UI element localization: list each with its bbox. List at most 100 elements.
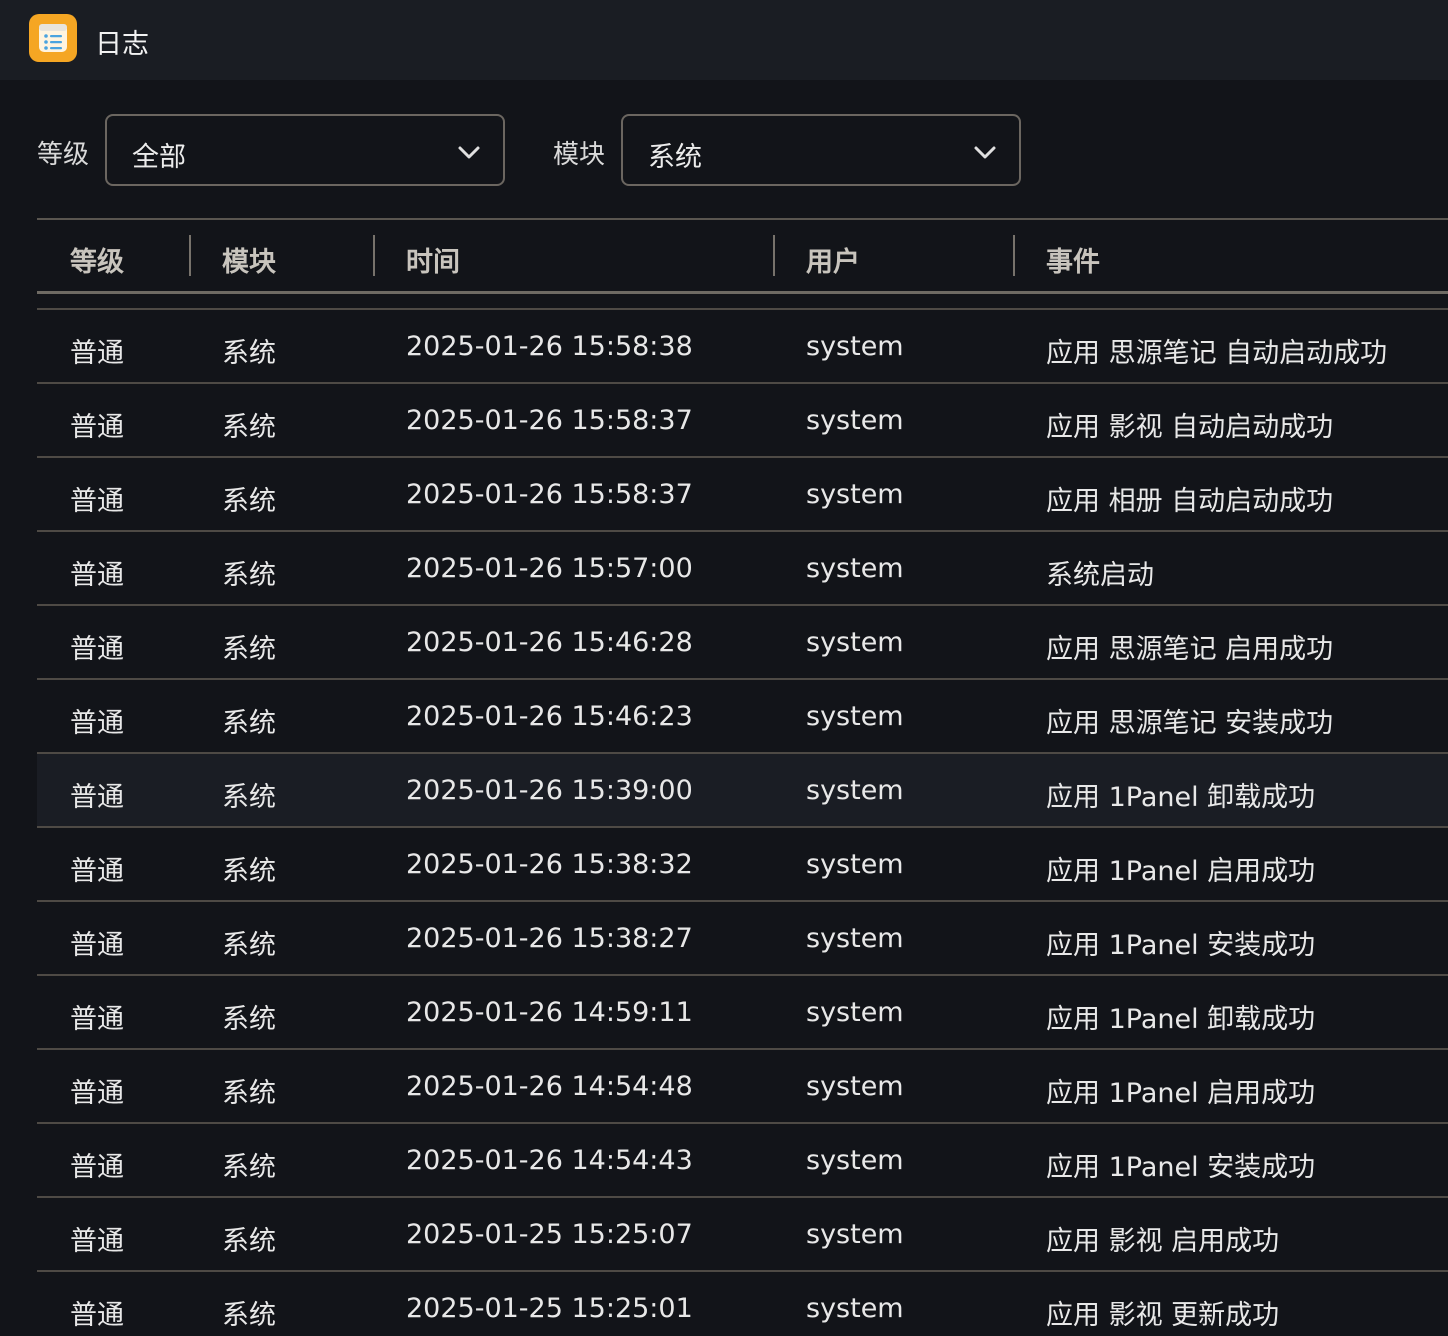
cell-module: 系统 bbox=[222, 560, 276, 591]
cell-event: 应用 1Panel 卸载成功 bbox=[1046, 1004, 1316, 1035]
cell-event: 应用 相册 自动启动成功 bbox=[1046, 486, 1334, 517]
cell-module: 系统 bbox=[222, 1300, 276, 1331]
cell-user: system bbox=[806, 1145, 904, 1176]
column-divider[interactable] bbox=[773, 235, 775, 276]
cell-event: 应用 1Panel 启用成功 bbox=[1046, 856, 1316, 887]
column-divider[interactable] bbox=[373, 235, 375, 276]
title-bar: 日志 bbox=[0, 0, 1448, 80]
cell-module: 系统 bbox=[222, 856, 276, 887]
cell-time: 2025-01-26 14:59:11 bbox=[406, 997, 693, 1028]
cell-user: system bbox=[806, 701, 904, 732]
cell-module: 系统 bbox=[222, 782, 276, 813]
cell-time: 2025-01-25 15:25:07 bbox=[406, 1219, 693, 1250]
table-row[interactable]: 普通 系统 2025-01-26 15:58:37 system 应用 影视 自动启动成… bbox=[37, 384, 1448, 458]
cell-event: 应用 影视 启用成功 bbox=[1046, 1226, 1280, 1257]
cell-level: 普通 bbox=[70, 1300, 124, 1331]
cell-user: system bbox=[806, 775, 904, 806]
cell-time: 2025-01-26 15:58:37 bbox=[406, 405, 693, 436]
cell-time: 2025-01-26 15:39:00 bbox=[406, 775, 693, 806]
table-row[interactable]: 普通 系统 2025-01-26 15:57:00 system 系统启动 bbox=[37, 532, 1448, 606]
cell-user: system bbox=[806, 1219, 904, 1250]
module-select[interactable]: 系统 bbox=[621, 114, 1021, 186]
notes-list-icon bbox=[29, 14, 77, 62]
header-user[interactable]: 用户 bbox=[806, 240, 860, 279]
cell-user: system bbox=[806, 1071, 904, 1102]
cell-module: 系统 bbox=[222, 486, 276, 517]
cell-time: 2025-01-25 15:25:01 bbox=[406, 1293, 693, 1324]
cell-level: 普通 bbox=[70, 708, 124, 739]
table-row[interactable]: 普通 系统 2025-01-26 14:54:43 system 应用 1Panel 安… bbox=[37, 1124, 1448, 1198]
column-divider[interactable] bbox=[189, 235, 191, 276]
cell-user: system bbox=[806, 997, 904, 1028]
cell-user: system bbox=[806, 923, 904, 954]
cell-level: 普通 bbox=[70, 634, 124, 665]
cell-event: 应用 思源笔记 安装成功 bbox=[1046, 708, 1334, 739]
cell-module: 系统 bbox=[222, 338, 276, 369]
cell-event: 应用 影视 自动启动成功 bbox=[1046, 412, 1334, 443]
cell-time: 2025-01-26 15:38:27 bbox=[406, 923, 693, 954]
header-module[interactable]: 模块 bbox=[222, 240, 276, 279]
module-select-value: 系统 bbox=[648, 142, 702, 173]
header-time[interactable]: 时间 bbox=[406, 240, 460, 279]
cell-level: 普通 bbox=[70, 338, 124, 369]
table-row[interactable]: 普通 系统 2025-01-26 14:59:11 system 应用 1Panel 卸… bbox=[37, 976, 1448, 1050]
table-header: 等级 模块 时间 用户 事件 bbox=[37, 220, 1448, 294]
table-row[interactable]: 普通 系统 2025-01-26 15:46:28 system 应用 思源笔记 启用成… bbox=[37, 606, 1448, 680]
table-row[interactable]: 普通 系统 2025-01-26 15:58:37 system 应用 相册 自动启动成… bbox=[37, 458, 1448, 532]
app-title: 日志 bbox=[95, 29, 149, 60]
level-select-value: 全部 bbox=[132, 142, 186, 173]
cell-user: system bbox=[806, 405, 904, 436]
cell-time: 2025-01-26 15:46:23 bbox=[406, 701, 693, 732]
cell-level: 普通 bbox=[70, 1078, 124, 1109]
module-filter-label: 模块 bbox=[553, 140, 606, 170]
cell-user: system bbox=[806, 331, 904, 362]
table-row[interactable]: 普通 系统 2025-01-26 15:38:27 system 应用 1Panel 安… bbox=[37, 902, 1448, 976]
cell-level: 普通 bbox=[70, 856, 124, 887]
table-row[interactable]: 普通 系统 2025-01-26 15:38:32 system 应用 1Panel 启… bbox=[37, 828, 1448, 902]
cell-user: system bbox=[806, 627, 904, 658]
cell-module: 系统 bbox=[222, 1226, 276, 1257]
cell-module: 系统 bbox=[222, 708, 276, 739]
cell-time: 2025-01-26 14:54:43 bbox=[406, 1145, 693, 1176]
cell-module: 系统 bbox=[222, 634, 276, 665]
header-level[interactable]: 等级 bbox=[70, 240, 124, 279]
header-event[interactable]: 事件 bbox=[1046, 240, 1100, 279]
table-row[interactable]: 普通 系统 2025-01-26 15:58:38 system 应用 思源笔记 自动启… bbox=[37, 310, 1448, 384]
cell-time: 2025-01-26 15:57:00 bbox=[406, 553, 693, 584]
cell-level: 普通 bbox=[70, 782, 124, 813]
cell-time: 2025-01-26 14:54:48 bbox=[406, 1071, 693, 1102]
cell-user: system bbox=[806, 849, 904, 880]
cell-time: 2025-01-26 15:58:37 bbox=[406, 479, 693, 510]
cell-event: 系统启动 bbox=[1046, 560, 1154, 591]
cell-level: 普通 bbox=[70, 1004, 124, 1035]
cell-event: 应用 1Panel 安装成功 bbox=[1046, 930, 1316, 961]
cell-level: 普通 bbox=[70, 930, 124, 961]
cell-event: 应用 影视 更新成功 bbox=[1046, 1300, 1280, 1331]
cell-level: 普通 bbox=[70, 486, 124, 517]
table-row[interactable]: 普通 系统 2025-01-25 15:25:07 system 应用 影视 启用成功 bbox=[37, 1198, 1448, 1272]
cell-event: 应用 思源笔记 自动启动成功 bbox=[1046, 338, 1388, 369]
cell-level: 普通 bbox=[70, 1152, 124, 1183]
table-row[interactable]: 普通 系统 2025-01-26 14:54:48 system 应用 1Panel 启… bbox=[37, 1050, 1448, 1124]
chevron-down-icon bbox=[458, 146, 480, 159]
level-filter-label: 等级 bbox=[37, 140, 90, 170]
cell-module: 系统 bbox=[222, 1152, 276, 1183]
cell-user: system bbox=[806, 553, 904, 584]
column-divider[interactable] bbox=[1013, 235, 1015, 276]
table-row[interactable]: 普通 系统 2025-01-26 15:39:00 system 应用 1Panel 卸… bbox=[37, 754, 1448, 828]
table-row[interactable]: 普通 系统 2025-01-25 15:25:01 system 应用 影视 更新成功 bbox=[37, 1272, 1448, 1336]
cell-time: 2025-01-26 15:46:28 bbox=[406, 627, 693, 658]
cell-event: 应用 1Panel 安装成功 bbox=[1046, 1152, 1316, 1183]
table-row[interactable]: 普通 系统 2025-01-26 15:46:23 system 应用 思源笔记 安装成… bbox=[37, 680, 1448, 754]
cell-module: 系统 bbox=[222, 1078, 276, 1109]
level-select[interactable]: 全部 bbox=[105, 114, 505, 186]
cell-event: 应用 思源笔记 启用成功 bbox=[1046, 634, 1334, 665]
cell-module: 系统 bbox=[222, 1004, 276, 1035]
cell-event: 应用 1Panel 卸载成功 bbox=[1046, 782, 1316, 813]
cell-module: 系统 bbox=[222, 930, 276, 961]
cell-time: 2025-01-26 15:38:32 bbox=[406, 849, 693, 880]
cell-level: 普通 bbox=[70, 560, 124, 591]
cell-module: 系统 bbox=[222, 412, 276, 443]
cell-event: 应用 1Panel 启用成功 bbox=[1046, 1078, 1316, 1109]
cell-time: 2025-01-26 15:58:38 bbox=[406, 331, 693, 362]
